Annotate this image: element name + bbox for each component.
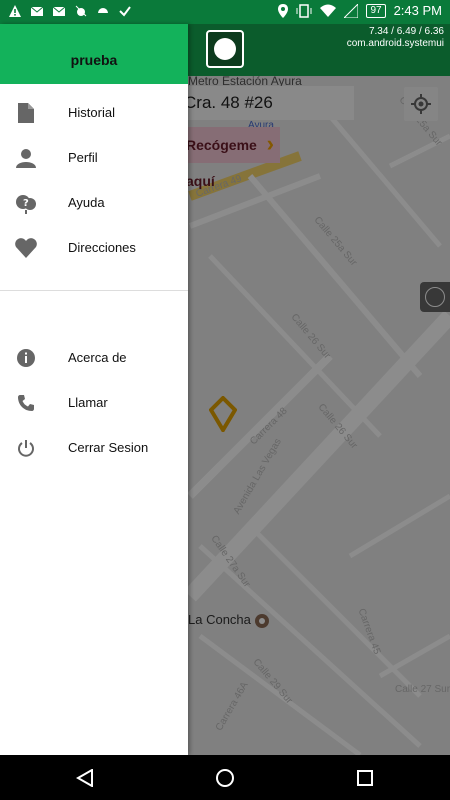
drawer-menu-primary: Historial Perfil ? Ayuda Direcciones	[0, 84, 188, 270]
drawer-header: prueba	[0, 24, 188, 84]
menu-item-label: Ayuda	[68, 195, 105, 210]
status-bar: 97 2:43 PM	[0, 0, 450, 24]
warning-icon	[8, 4, 22, 18]
home-button[interactable]	[214, 767, 236, 789]
back-icon	[76, 769, 93, 787]
signal-icon	[344, 3, 359, 18]
system-overlay: 7.34 / 6.49 / 6.36 com.android.systemui	[347, 26, 444, 50]
menu-item-label: Direcciones	[68, 240, 136, 255]
mail-icon	[52, 4, 66, 18]
power-icon	[14, 436, 38, 460]
menu-item-label: Cerrar Sesion	[68, 440, 149, 455]
app-logo	[206, 30, 244, 68]
system-overlay-line2: com.android.systemui	[346, 38, 444, 49]
menu-item-llamar[interactable]: Llamar	[0, 380, 188, 425]
heart-icon	[14, 236, 38, 260]
menu-item-acerca-de[interactable]: Acerca de	[0, 335, 188, 380]
mail-icon	[30, 4, 44, 18]
user-name: prueba	[70, 52, 118, 68]
home-icon	[216, 769, 234, 787]
menu-item-ayuda[interactable]: ? Ayuda	[0, 180, 188, 225]
back-button[interactable]	[74, 767, 96, 789]
menu-item-label: Acerca de	[68, 350, 127, 365]
android-icon	[96, 4, 110, 18]
menu-divider	[0, 290, 188, 291]
system-nav-bar	[0, 755, 450, 800]
menu-item-perfil[interactable]: Perfil	[0, 135, 188, 180]
battery-indicator: 97	[366, 3, 386, 18]
menu-item-cerrar-sesion[interactable]: Cerrar Sesion	[0, 425, 188, 470]
location-icon	[278, 3, 289, 18]
help-cloud-icon: ?	[14, 191, 38, 215]
recents-button[interactable]	[354, 767, 376, 789]
system-overlay-line1: 7.34 / 6.49 / 6.36	[368, 26, 444, 37]
vibrate-icon	[296, 3, 312, 18]
document-icon	[14, 101, 38, 125]
notification-icons	[8, 4, 132, 18]
navigation-drawer: prueba Historial Perfil ? Ayuda Direccio…	[0, 24, 188, 755]
svg-text:?: ?	[23, 198, 29, 209]
menu-item-label: Historial	[68, 105, 115, 120]
debug-icon	[74, 4, 88, 18]
wifi-icon	[320, 4, 337, 17]
check-icon	[118, 4, 132, 18]
drawer-menu-secondary: Acerca de Llamar Cerrar Sesion	[0, 335, 188, 470]
phone-icon	[14, 391, 38, 415]
clock: 2:43 PM	[393, 3, 442, 18]
menu-item-label: Llamar	[68, 395, 108, 410]
menu-item-label: Perfil	[68, 150, 98, 165]
info-icon	[14, 346, 38, 370]
menu-item-historial[interactable]: Historial	[0, 90, 188, 135]
recents-icon	[357, 770, 373, 786]
menu-item-direcciones[interactable]: Direcciones	[0, 225, 188, 270]
person-icon	[14, 146, 38, 170]
